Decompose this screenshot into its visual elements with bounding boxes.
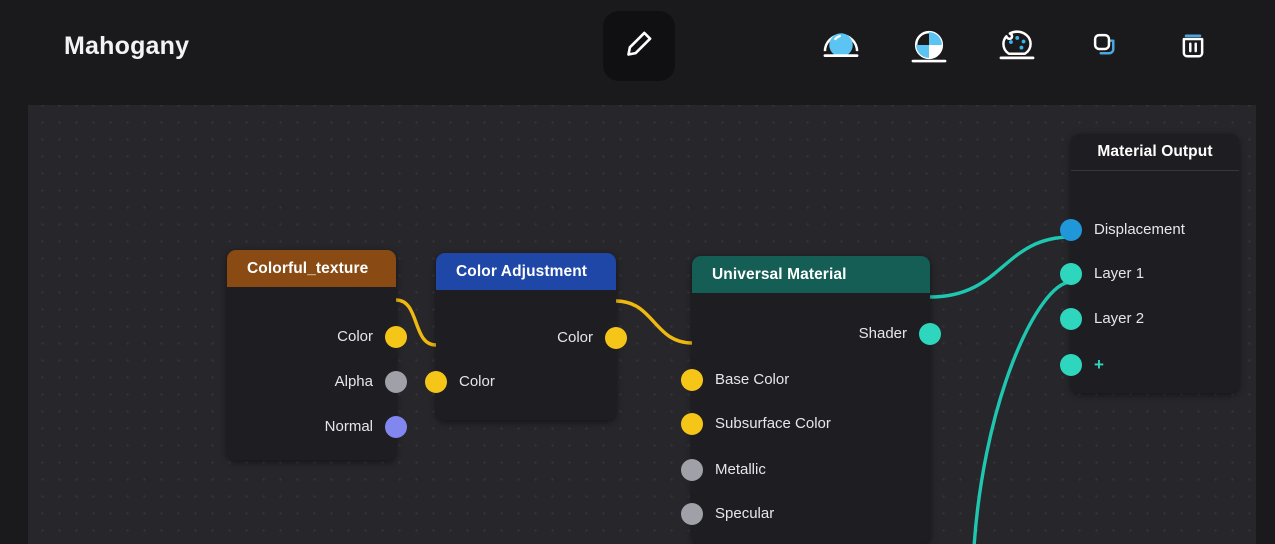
socket-dot-specular[interactable]	[681, 503, 703, 525]
tool-duplicate[interactable]	[1077, 18, 1133, 76]
add-layer-label[interactable]: +	[1094, 354, 1104, 376]
socket-row-normal[interactable]: Normal	[227, 416, 407, 438]
socket-row-subsurface-color[interactable]: Subsurface Color	[681, 413, 930, 435]
socket-dot-base-color[interactable]	[681, 369, 703, 391]
node-title: Colorful_texture	[247, 259, 369, 277]
socket-dot-color[interactable]	[385, 326, 407, 348]
node-material-editor: Mahogany Colorful_texture Color Alpha No…	[0, 0, 1275, 544]
socket-dot-subsurface-color[interactable]	[681, 413, 703, 435]
trash-icon	[1172, 24, 1214, 71]
tool-material-preview-sphere[interactable]	[813, 18, 869, 76]
wire-shader-to-layer1	[928, 235, 1073, 299]
socket-row-displacement[interactable]: Displacement	[1060, 219, 1239, 241]
node-title: Color Adjustment	[456, 262, 588, 280]
node-universal-material[interactable]: Universal Material Shader Base Color Sub…	[681, 256, 941, 544]
socket-row-add-layer[interactable]: +	[1060, 354, 1239, 376]
node-header: Material Output	[1071, 134, 1239, 171]
socket-row-specular[interactable]: Specular	[681, 503, 930, 525]
socket-row-color[interactable]: Color	[227, 326, 407, 348]
socket-row-color-out[interactable]: Color	[436, 327, 627, 349]
node-material-output[interactable]: Material Output Displacement Layer 1 Lay…	[1060, 134, 1239, 393]
socket-label: Subsurface Color	[715, 415, 831, 432]
tool-palette[interactable]	[989, 18, 1045, 76]
socket-row-layer-1[interactable]: Layer 1	[1060, 263, 1239, 285]
node-title: Material Output	[1097, 143, 1213, 160]
edit-button[interactable]	[603, 11, 675, 81]
checker-sphere-icon	[908, 24, 950, 71]
socket-label: Alpha	[334, 373, 373, 390]
socket-dot-color-in[interactable]	[425, 371, 447, 393]
socket-label: Layer 1	[1094, 265, 1145, 282]
node-graph-canvas[interactable]: Colorful_texture Color Alpha Normal Colo…	[28, 105, 1256, 544]
page-title: Mahogany	[64, 32, 190, 60]
socket-label: Layer 2	[1094, 310, 1145, 327]
socket-row-layer-2[interactable]: Layer 2	[1060, 308, 1239, 330]
node-header: Colorful_texture	[227, 250, 396, 287]
socket-label: Metallic	[715, 461, 766, 478]
socket-label: Color	[557, 329, 593, 346]
socket-row-alpha[interactable]: Alpha	[227, 371, 407, 393]
wire-offscreen-to-layer2	[972, 280, 1073, 544]
socket-row-color-in[interactable]: Color	[425, 371, 616, 393]
socket-dot-displacement[interactable]	[1060, 219, 1082, 241]
socket-label: Displacement	[1094, 221, 1185, 238]
node-colorful-texture[interactable]: Colorful_texture Color Alpha Normal	[227, 250, 407, 460]
tool-checker-preview[interactable]	[901, 18, 957, 76]
socket-row-metallic[interactable]: Metallic	[681, 459, 930, 481]
duplicate-icon	[1084, 24, 1126, 71]
palette-icon	[996, 24, 1038, 71]
socket-dot-metallic[interactable]	[681, 459, 703, 481]
socket-dot-layer-2[interactable]	[1060, 308, 1082, 330]
material-preview-sphere-icon	[820, 24, 862, 71]
socket-dot-layer-1[interactable]	[1060, 263, 1082, 285]
socket-dot-normal[interactable]	[385, 416, 407, 438]
socket-dot-add-layer[interactable]	[1060, 354, 1082, 376]
wire-adjustment-color-to-base-color	[614, 299, 694, 345]
node-header: Color Adjustment	[436, 253, 616, 290]
socket-label: Shader	[858, 325, 907, 342]
tool-buttons	[806, 18, 1226, 76]
socket-dot-color-out[interactable]	[605, 327, 627, 349]
socket-row-shader[interactable]: Shader	[692, 323, 941, 345]
socket-label: Color	[337, 328, 373, 345]
node-header: Universal Material	[692, 256, 930, 293]
pencil-icon	[623, 27, 656, 65]
socket-row-base-color[interactable]: Base Color	[681, 369, 930, 391]
tool-delete[interactable]	[1165, 18, 1221, 76]
node-title: Universal Material	[712, 265, 847, 283]
node-color-adjustment[interactable]: Color Adjustment Color Color	[425, 253, 627, 420]
socket-label: Color	[459, 373, 495, 390]
socket-dot-shader[interactable]	[919, 323, 941, 345]
socket-label: Specular	[715, 505, 775, 522]
socket-label: Base Color	[715, 371, 790, 388]
socket-dot-alpha[interactable]	[385, 371, 407, 393]
top-toolbar: Mahogany	[0, 0, 1275, 105]
socket-label: Normal	[324, 418, 373, 435]
